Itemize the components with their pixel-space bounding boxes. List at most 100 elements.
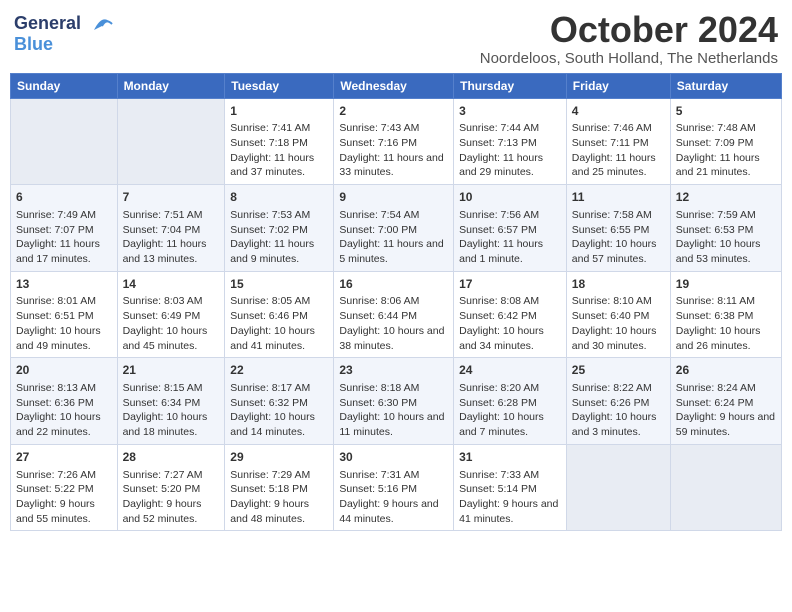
sunrise-text: Sunrise: 8:18 AM xyxy=(339,381,448,396)
calendar-cell xyxy=(117,98,225,185)
day-header-monday: Monday xyxy=(117,73,225,98)
calendar-cell xyxy=(670,444,781,531)
calendar-cell: 30Sunrise: 7:31 AMSunset: 5:16 PMDayligh… xyxy=(334,444,454,531)
daylight-text: Daylight: 11 hours and 33 minutes. xyxy=(339,151,448,180)
daylight-text: Daylight: 11 hours and 9 minutes. xyxy=(230,237,328,266)
calendar-cell: 29Sunrise: 7:29 AMSunset: 5:18 PMDayligh… xyxy=(225,444,334,531)
day-number: 30 xyxy=(339,449,448,466)
day-header-sunday: Sunday xyxy=(11,73,118,98)
sunset-text: Sunset: 6:46 PM xyxy=(230,309,328,324)
sunrise-text: Sunrise: 7:43 AM xyxy=(339,121,448,136)
sunset-text: Sunset: 6:40 PM xyxy=(572,309,665,324)
calendar-cell: 19Sunrise: 8:11 AMSunset: 6:38 PMDayligh… xyxy=(670,271,781,358)
day-number: 1 xyxy=(230,103,328,120)
sunrise-text: Sunrise: 8:05 AM xyxy=(230,294,328,309)
calendar-cell: 5Sunrise: 7:48 AMSunset: 7:09 PMDaylight… xyxy=(670,98,781,185)
sunset-text: Sunset: 6:38 PM xyxy=(676,309,776,324)
daylight-text: Daylight: 10 hours and 26 minutes. xyxy=(676,324,776,353)
sunrise-text: Sunrise: 7:48 AM xyxy=(676,121,776,136)
sunset-text: Sunset: 6:26 PM xyxy=(572,396,665,411)
month-title: October 2024 xyxy=(480,10,778,50)
sunset-text: Sunset: 6:34 PM xyxy=(123,396,220,411)
daylight-text: Daylight: 9 hours and 59 minutes. xyxy=(676,410,776,439)
sunrise-text: Sunrise: 8:03 AM xyxy=(123,294,220,309)
calendar-cell: 1Sunrise: 7:41 AMSunset: 7:18 PMDaylight… xyxy=(225,98,334,185)
day-number: 10 xyxy=(459,189,561,206)
day-number: 17 xyxy=(459,276,561,293)
sunset-text: Sunset: 7:16 PM xyxy=(339,136,448,151)
day-number: 20 xyxy=(16,362,112,379)
day-number: 23 xyxy=(339,362,448,379)
day-number: 21 xyxy=(123,362,220,379)
sunset-text: Sunset: 5:20 PM xyxy=(123,482,220,497)
sunset-text: Sunset: 7:11 PM xyxy=(572,136,665,151)
sunset-text: Sunset: 6:24 PM xyxy=(676,396,776,411)
logo-icon xyxy=(88,10,116,38)
calendar-header-row: SundayMondayTuesdayWednesdayThursdayFrid… xyxy=(11,73,782,98)
daylight-text: Daylight: 10 hours and 45 minutes. xyxy=(123,324,220,353)
daylight-text: Daylight: 11 hours and 1 minute. xyxy=(459,237,561,266)
sunset-text: Sunset: 5:14 PM xyxy=(459,482,561,497)
calendar-week-row: 20Sunrise: 8:13 AMSunset: 6:36 PMDayligh… xyxy=(11,358,782,445)
sunrise-text: Sunrise: 8:10 AM xyxy=(572,294,665,309)
calendar-cell: 21 Sunrise: 8:15 AMSunset: 6:34 PMDayligh… xyxy=(117,358,225,445)
daylight-text: Daylight: 10 hours and 49 minutes. xyxy=(16,324,112,353)
day-number: 8 xyxy=(230,189,328,206)
sunset-text: Sunset: 7:00 PM xyxy=(339,223,448,238)
sunrise-text: Sunrise: 7:49 AM xyxy=(16,208,112,223)
day-number: 5 xyxy=(676,103,776,120)
sunrise-text: Sunrise: 8:01 AM xyxy=(16,294,112,309)
calendar-cell: 2Sunrise: 7:43 AMSunset: 7:16 PMDaylight… xyxy=(334,98,454,185)
day-number: 22 xyxy=(230,362,328,379)
daylight-text: Daylight: 10 hours and 57 minutes. xyxy=(572,237,665,266)
day-number: 19 xyxy=(676,276,776,293)
sunset-text: Sunset: 7:13 PM xyxy=(459,136,561,151)
sunrise-text: Sunrise: 8:13 AM xyxy=(16,381,112,396)
sunrise-text: Sunrise: 7:53 AM xyxy=(230,208,328,223)
calendar-cell: 7Sunrise: 7:51 AMSunset: 7:04 PMDaylight… xyxy=(117,185,225,272)
daylight-text: Daylight: 10 hours and 53 minutes. xyxy=(676,237,776,266)
day-number: 26 xyxy=(676,362,776,379)
daylight-text: Daylight: 9 hours and 41 minutes. xyxy=(459,497,561,526)
calendar-cell: 3Sunrise: 7:44 AMSunset: 7:13 PMDaylight… xyxy=(454,98,567,185)
calendar-cell: 12Sunrise: 7:59 AMSunset: 6:53 PMDayligh… xyxy=(670,185,781,272)
calendar-cell: 16Sunrise: 8:06 AMSunset: 6:44 PMDayligh… xyxy=(334,271,454,358)
day-header-thursday: Thursday xyxy=(454,73,567,98)
daylight-text: Daylight: 11 hours and 13 minutes. xyxy=(123,237,220,266)
day-number: 18 xyxy=(572,276,665,293)
sunrise-text: Sunrise: 8:22 AM xyxy=(572,381,665,396)
day-number: 31 xyxy=(459,449,561,466)
day-number: 12 xyxy=(676,189,776,206)
sunrise-text: Sunrise: 7:26 AM xyxy=(16,468,112,483)
calendar-cell: 13Sunrise: 8:01 AMSunset: 6:51 PMDayligh… xyxy=(11,271,118,358)
sunrise-text: Sunrise: 7:33 AM xyxy=(459,468,561,483)
sunset-text: Sunset: 6:30 PM xyxy=(339,396,448,411)
daylight-text: Daylight: 10 hours and 18 minutes. xyxy=(123,410,220,439)
sunrise-text: Sunrise: 7:41 AM xyxy=(230,121,328,136)
day-number: 6 xyxy=(16,189,112,206)
day-number: 7 xyxy=(123,189,220,206)
day-header-friday: Friday xyxy=(566,73,670,98)
calendar-cell: 9Sunrise: 7:54 AMSunset: 7:00 PMDaylight… xyxy=(334,185,454,272)
calendar-cell: 18Sunrise: 8:10 AMSunset: 6:40 PMDayligh… xyxy=(566,271,670,358)
page-header: General Blue October 2024 Noordeloos, So… xyxy=(10,10,782,67)
day-number: 25 xyxy=(572,362,665,379)
sunset-text: Sunset: 7:18 PM xyxy=(230,136,328,151)
sunrise-text: Sunrise: 7:27 AM xyxy=(123,468,220,483)
location-subtitle: Noordeloos, South Holland, The Netherlan… xyxy=(480,50,778,67)
daylight-text: Daylight: 9 hours and 55 minutes. xyxy=(16,497,112,526)
daylight-text: Daylight: 9 hours and 52 minutes. xyxy=(123,497,220,526)
sunrise-text: Sunrise: 8:15 AM xyxy=(123,381,220,396)
day-number: 14 xyxy=(123,276,220,293)
calendar-cell: 25Sunrise: 8:22 AMSunset: 6:26 PMDayligh… xyxy=(566,358,670,445)
daylight-text: Daylight: 11 hours and 37 minutes. xyxy=(230,151,328,180)
daylight-text: Daylight: 11 hours and 5 minutes. xyxy=(339,237,448,266)
sunrise-text: Sunrise: 8:06 AM xyxy=(339,294,448,309)
daylight-text: Daylight: 10 hours and 14 minutes. xyxy=(230,410,328,439)
daylight-text: Daylight: 10 hours and 38 minutes. xyxy=(339,324,448,353)
sunset-text: Sunset: 6:44 PM xyxy=(339,309,448,324)
day-header-wednesday: Wednesday xyxy=(334,73,454,98)
sunrise-text: Sunrise: 7:31 AM xyxy=(339,468,448,483)
day-number: 9 xyxy=(339,189,448,206)
sunset-text: Sunset: 6:53 PM xyxy=(676,223,776,238)
